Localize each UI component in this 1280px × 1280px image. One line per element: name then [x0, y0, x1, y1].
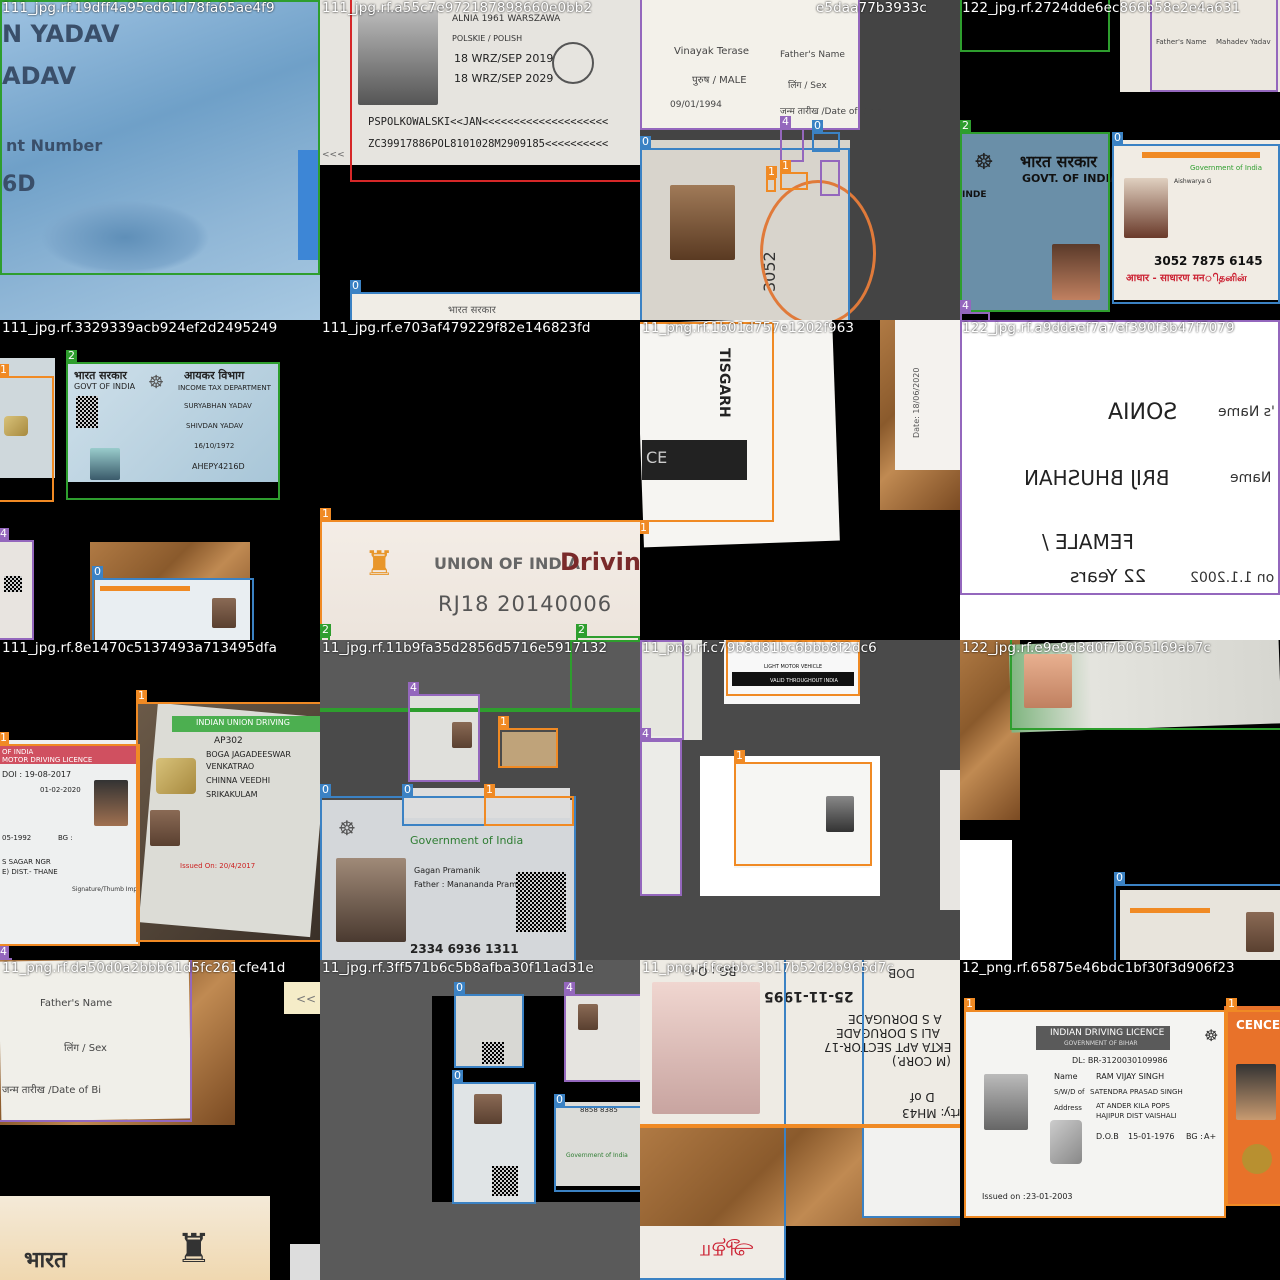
bbox-class-1: 1: [640, 322, 774, 534]
bbox-class-1: 1: [0, 732, 140, 946]
tile-filename: 11_png.rf.c79b8d81bc6bbb8f2dc6: [642, 640, 877, 656]
bbox-class-4: 4: [960, 300, 990, 320]
bbox-class-4: 4: [780, 116, 804, 162]
bbox-class-0: 0: [640, 960, 786, 1280]
mosaic-tile: SONIA 's Name BRIJ BHUSHAN Name FEMALE /…: [960, 320, 1280, 640]
tile-filename: 111_jpg.rf.19dff4a95ed61d78fa65ae4f9: [2, 0, 275, 16]
tile-filename: 111_jpg.rf.e703af479229f82e146823fd: [322, 320, 591, 336]
tile-filename: 122_jpg.rf.e9e9d3d0f7b065169ab7c: [962, 640, 1211, 656]
tile-filename: e5daa77b3933c: [816, 0, 927, 16]
mosaic-tile: 122_jpg.rf.e9e9d3d0f7b065169ab7c 2 0: [960, 640, 1280, 960]
tile-filename: 111_jpg.rf.3329339acb924ef2d2495249: [2, 320, 278, 336]
mosaic-tile: DOB BG : O+ 25-11-1995 A S DORUGADE ALI …: [640, 960, 960, 1280]
bbox-class-0: 0: [640, 136, 850, 320]
mosaic-tile: OF INDIA MOTOR DRIVING LICENCE DOI : 19-…: [0, 640, 320, 960]
bbox-class-4: 4: [564, 982, 640, 1082]
bbox-class-1: 1: [498, 716, 558, 768]
bbox-class-0: 0: [452, 1070, 536, 1204]
bbox-class-4: 4: [408, 682, 480, 782]
bbox-class-1: 1: [964, 998, 1226, 1218]
mosaic-tile: INDIAN DRIVING LICENCE GOVERNMENT OF BIH…: [960, 960, 1280, 1280]
bbox-class-0: 0: [402, 784, 486, 826]
card-text: भारत: [24, 1248, 67, 1273]
bbox-class-2: [0, 0, 320, 275]
tile-filename: 11_png.rf.1b01d757e1202f963: [642, 320, 855, 336]
bbox-class-4: [0, 960, 192, 1122]
bbox-class-3: [350, 0, 640, 182]
mosaic-tile: Father's Name Mahadev Yadav ☸ भारत सरकार…: [960, 0, 1280, 320]
bbox-class-0: 0: [1114, 872, 1280, 960]
mosaic-tile: 8858 8385 Government of India 11_jpg.rf.…: [320, 960, 640, 1280]
bbox-class-1: 1: [766, 166, 777, 192]
bbox-class-0: 0: [812, 120, 840, 152]
tile-filename: 111_jpg.rf.a55c7e972187898660e0bb2: [322, 0, 593, 16]
mosaic-tile: Father's Name लिंग / Sex जन्म तारीख /Dat…: [0, 960, 320, 1280]
tile-filename: 111_jpg.rf.8e1470c5137493a713495dfa: [2, 640, 278, 656]
bbox-class-1: 1: [780, 160, 808, 190]
tile-filename: 122_jpg.rf.a9ddaef7a7ef390f3b47f7079: [962, 320, 1235, 336]
bbox-class-2: [320, 708, 640, 712]
bbox-class-0: 0: [454, 982, 524, 1068]
bbox-class-1: 1: [734, 750, 872, 866]
bbox-class-1: 1: [320, 508, 640, 640]
bbox-class-4: [640, 0, 860, 130]
image-mosaic: 111_jpg.rf.19dff4a95ed61d78fa65ae4f9 N Y…: [0, 0, 1280, 1280]
bbox-class-1: 1: [484, 784, 574, 826]
bbox-class-1: 1: [136, 690, 320, 942]
bbox-class-4: [960, 320, 1280, 595]
tile-filename: 12_png.rf.65875e46bdc1bf30f3d906f23: [962, 960, 1235, 976]
mosaic-tile: LIGHT MOTOR VEHICLE VALID THROUGHOUT IND…: [640, 640, 960, 960]
tile-filename: 11_png.rf.da50d0a2bbb61d5fc261cfe41d: [2, 960, 286, 976]
tile-filename: 11_jpg.rf.11b9fa35d2856d5716e5917132: [322, 640, 608, 656]
mosaic-tile: ♜ UNION OF INDIA Drivin RJ18 20140006 11…: [320, 320, 640, 640]
card-text: <<: [296, 992, 317, 1006]
tile-filename: 122_jpg.rf.2724dde6ec866b58e2e4a631: [962, 0, 1241, 16]
card-text: Date: 18/06/2020: [912, 367, 921, 438]
bbox-class-0: 0: [1112, 132, 1280, 304]
card-text: <<<: [322, 150, 345, 160]
mosaic-tile: Date: 18/06/2020 TISGARH CE 11_png.rf.1b…: [640, 320, 960, 640]
mosaic-tile: ALNIA 1961 WARSZAWA POLSKIE / POLISH 18 …: [320, 0, 640, 320]
mosaic-tile: Father's Name Vinayak Terase पुरुष / MAL…: [640, 0, 960, 320]
bbox-class-0: 0: [350, 280, 640, 320]
mosaic-tile: 111_jpg.rf.19dff4a95ed61d78fa65ae4f9 N Y…: [0, 0, 320, 320]
bbox-class-4: 4: [0, 528, 34, 640]
bbox-class-2: 2: [66, 350, 280, 500]
bbox-class-1: 1: [0, 364, 54, 502]
bbox-class-1: 1: [1226, 998, 1280, 1206]
tile-filename: 11_jpg.rf.3ff571b6c5b8afba30f11ad31e: [322, 960, 594, 976]
bbox-class-4: [820, 160, 840, 196]
bbox-class-2: 2: [960, 120, 1110, 312]
bbox-class-1: [640, 1124, 960, 1128]
tile-filename: 11_png.rf.fcebbc3b17b52d2b965d7c: [642, 960, 894, 976]
bbox-class-4: 4: [640, 728, 682, 896]
mosaic-tile: ☸ Government of India Gagan Pramanik Fat…: [320, 640, 640, 960]
bbox-class-0: 0: [92, 566, 254, 640]
bbox-class-0: 0: [862, 960, 960, 1218]
bbox-class-0: 0: [554, 1094, 640, 1192]
mosaic-tile: आयकर विभाग INCOME TAX DEPARTMENT भारत सर…: [0, 320, 320, 640]
